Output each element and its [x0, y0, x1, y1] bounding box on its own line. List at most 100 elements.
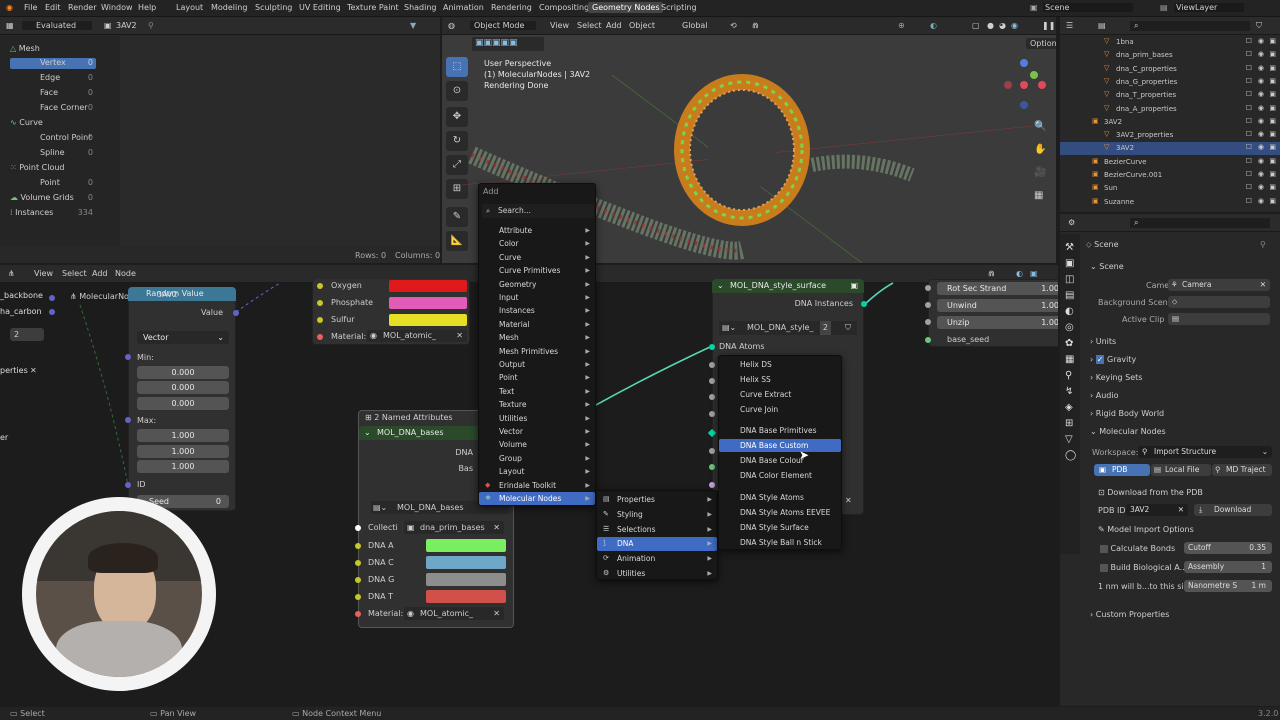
- socket-vector[interactable]: [49, 295, 55, 301]
- render-camera-icon[interactable]: ▣: [1269, 50, 1276, 58]
- dna-menu-item-dna-base-custom[interactable]: DNA Base Custom: [719, 439, 841, 453]
- add-menu-item-utilities[interactable]: Utilities: [479, 412, 595, 425]
- phosphate-color-swatch[interactable]: [389, 297, 467, 309]
- build-biological-checkbox[interactable]: Build Biological A...: [1100, 563, 1187, 572]
- dna-menu-item-dna-style-atoms[interactable]: DNA Style Atoms: [719, 491, 841, 504]
- render-camera-icon[interactable]: ▣: [1269, 197, 1276, 205]
- mn-menu-item-properties[interactable]: Properties: [597, 493, 717, 506]
- model-import-options[interactable]: ✎ Model Import Options: [1098, 525, 1194, 534]
- outliner-row[interactable]: ▽ 1bna ☐ ◉ ▣: [1060, 36, 1280, 49]
- socket-value-out[interactable]: [233, 310, 239, 316]
- workspace-tab[interactable]: Animation: [443, 3, 484, 12]
- outliner-row[interactable]: ▽ dna_G_properties ☐ ◉ ▣: [1060, 76, 1280, 89]
- mn-menu-item-utilities[interactable]: Utilities: [597, 567, 717, 580]
- socket-color[interactable]: [355, 560, 361, 566]
- workspace-dropdown[interactable]: ⚲ Import Structure ⌄: [1138, 446, 1272, 458]
- domain-edge[interactable]: Edge 0: [40, 73, 96, 82]
- visibility-eye-icon[interactable]: ◉: [1258, 183, 1264, 191]
- outliner-filter-icon[interactable]: ⛉: [1256, 21, 1262, 31]
- add-menu-item-curve-primitives[interactable]: Curve Primitives: [479, 264, 595, 277]
- add-menu-item-instances[interactable]: Instances: [479, 304, 595, 317]
- domain-spline[interactable]: Spline 0: [40, 148, 96, 157]
- units-section[interactable]: › Units: [1090, 337, 1116, 346]
- close-icon[interactable]: ✕: [845, 496, 852, 505]
- viewport-menu-select[interactable]: Select: [577, 21, 602, 30]
- shading-solid-icon[interactable]: ●: [987, 21, 994, 30]
- socket-color[interactable]: [317, 300, 323, 306]
- material-selector[interactable]: ◉ MOL_atomic_ ✕: [367, 330, 467, 342]
- socket-color[interactable]: [355, 594, 361, 600]
- style-surface-title[interactable]: ⌄ MOL_DNA_style_surface ▣: [712, 279, 864, 293]
- max-z-field[interactable]: 1.000: [137, 460, 229, 473]
- add-menu-item-vector[interactable]: Vector: [479, 425, 595, 438]
- dna-menu-item-dna-style-atoms-eevee[interactable]: DNA Style Atoms EEVEE: [719, 506, 841, 519]
- rot-sec-strand-field[interactable]: Rot Sec Strand 1.00: [937, 282, 1058, 295]
- partial-user-count[interactable]: 2: [10, 328, 44, 341]
- workspace-tab[interactable]: Rendering: [491, 3, 532, 12]
- socket-float[interactable]: [709, 448, 715, 454]
- style-group-selector[interactable]: ▤⌄ MOL_DNA_style_ 2 ⛉: [719, 321, 857, 335]
- workspace-tab[interactable]: Shading: [404, 3, 437, 12]
- right-partial-node[interactable]: Rot Sec Strand 1.00 Unwind 1.00 Unzip 1.00 …: [925, 279, 1058, 347]
- socket-float[interactable]: [925, 302, 931, 308]
- spreadsheet-editor-icon[interactable]: ▦: [6, 21, 14, 30]
- min-y-field[interactable]: 0.000: [137, 381, 229, 394]
- pivot-icon[interactable]: ⟲: [730, 21, 737, 30]
- add-menu-search[interactable]: ⌕ Search...: [482, 204, 594, 218]
- visibility-eye-icon[interactable]: ◉: [1258, 104, 1264, 112]
- checkbox-icon[interactable]: ☐: [1246, 197, 1252, 205]
- checkbox-icon[interactable]: ☐: [1246, 50, 1252, 58]
- pause-icon[interactable]: ❚❚: [1042, 21, 1055, 30]
- socket-vector[interactable]: [49, 309, 55, 315]
- domain-face[interactable]: Face 0: [40, 88, 96, 97]
- tab-md-trajectory[interactable]: ⚲ MD Traject: [1212, 464, 1272, 476]
- unzip-field[interactable]: Unzip 1.00: [937, 316, 1058, 329]
- socket-float[interactable]: [709, 394, 715, 400]
- socket-color[interactable]: [355, 543, 361, 549]
- menu-help[interactable]: Help: [138, 3, 156, 12]
- dna-c-color-swatch[interactable]: [426, 556, 506, 569]
- visibility-eye-icon[interactable]: ◉: [1258, 64, 1264, 72]
- render-camera-icon[interactable]: ▣: [1269, 117, 1276, 125]
- workspace-tab[interactable]: Layout: [176, 3, 203, 12]
- dna-menu-item-dna-style-surface[interactable]: DNA Style Surface: [719, 521, 841, 534]
- outliner-row[interactable]: ▽ dna_C_properties ☐ ◉ ▣: [1060, 63, 1280, 76]
- outliner-row[interactable]: ▽ 3AV2_properties ☐ ◉ ▣: [1060, 129, 1280, 142]
- dna-g-color-swatch[interactable]: [426, 573, 506, 586]
- add-menu-item-molecular-nodes[interactable]: Molecular Nodes: [479, 492, 595, 506]
- download-button[interactable]: ⤓ Download: [1194, 504, 1272, 516]
- nanometre-scale-field[interactable]: Nanometre S1 m: [1184, 580, 1272, 592]
- property-tab-icons[interactable]: ⚒ ▣ ◫ ▤ ◐ ◎ ✿ ▦ ⚲ ↯ ◈ ⊞ ▽ ◯: [1065, 240, 1076, 464]
- domain-curve[interactable]: ∿ Curve: [10, 118, 43, 127]
- outliner-row[interactable]: ▣ Sun ☐ ◉ ▣: [1060, 182, 1280, 195]
- render-camera-icon[interactable]: ▣: [1269, 183, 1276, 191]
- socket-color[interactable]: [317, 283, 323, 289]
- checkbox-icon[interactable]: ☐: [1246, 143, 1252, 151]
- add-menu-item-output[interactable]: Output: [479, 358, 595, 371]
- render-camera-icon[interactable]: ▣: [1269, 90, 1276, 98]
- socket-color[interactable]: [317, 317, 323, 323]
- oxygen-color-swatch[interactable]: [389, 280, 467, 292]
- close-icon[interactable]: ✕: [30, 366, 37, 375]
- socket-int[interactable]: [925, 337, 931, 343]
- add-menu-item-mesh[interactable]: Mesh: [479, 331, 595, 344]
- pin-icon[interactable]: ⚲: [148, 21, 154, 30]
- socket-geometry-out[interactable]: [861, 301, 867, 307]
- scene-selector[interactable]: Scene: [1043, 3, 1133, 12]
- pdb-id-input[interactable]: 3AV2 ✕: [1126, 504, 1188, 516]
- menu-edit[interactable]: Edit: [45, 3, 61, 12]
- dna-menu-item-dna-style-ball-n-stick[interactable]: DNA Style Ball n Stick: [719, 536, 841, 549]
- sulfur-color-swatch[interactable]: [389, 314, 467, 326]
- outliner-row[interactable]: ▣ Suzanne ☐ ◉ ▣: [1060, 196, 1280, 209]
- rigid-body-section[interactable]: › Rigid Body World: [1090, 409, 1164, 418]
- domain-vertex-selected[interactable]: Vertex 0: [10, 58, 96, 69]
- shading-rendered-icon[interactable]: ◉: [1011, 21, 1018, 30]
- keying-sets-section[interactable]: › Keying Sets: [1090, 373, 1142, 382]
- dna-a-color-swatch[interactable]: [426, 539, 506, 552]
- domain-mesh[interactable]: △ Mesh: [10, 44, 40, 53]
- atomic-color-node[interactable]: Oxygen Phosphate Sulfur Material: ◉ MOL_a…: [312, 279, 470, 345]
- checkbox-icon[interactable]: ☐: [1246, 157, 1252, 165]
- domain-control-point[interactable]: Control Point 0: [40, 133, 96, 142]
- evaluation-mode-dropdown[interactable]: Evaluated: [22, 21, 93, 30]
- add-menu-item-input[interactable]: Input: [479, 291, 595, 304]
